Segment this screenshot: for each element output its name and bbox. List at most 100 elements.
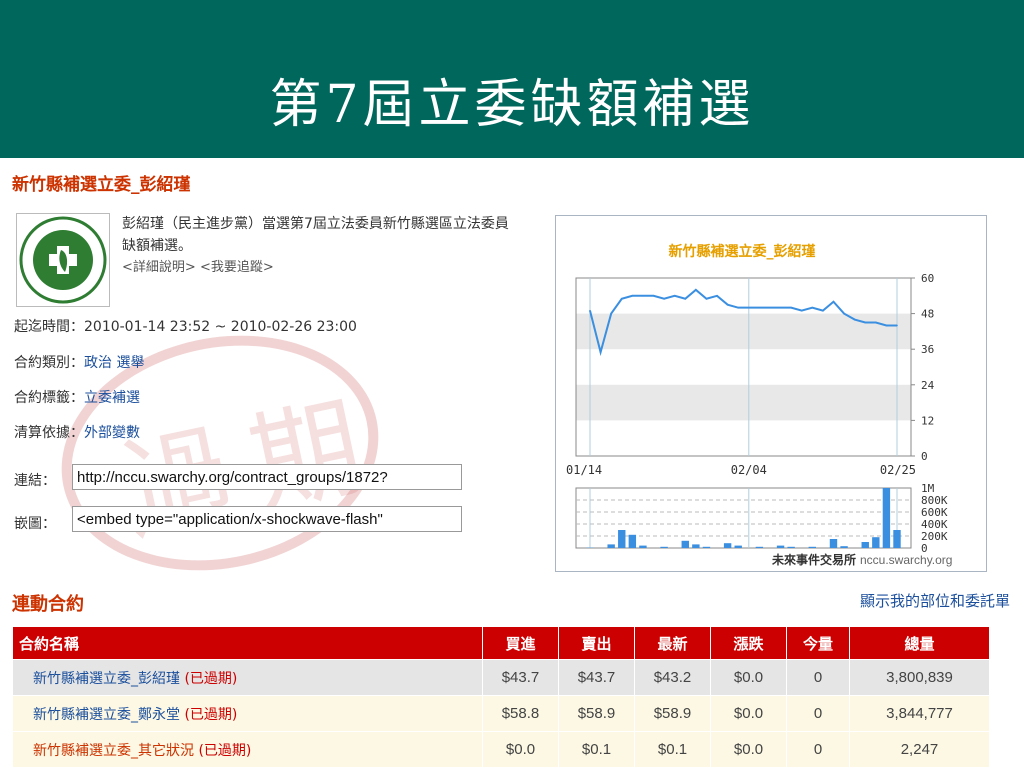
volume-bar [628, 534, 637, 548]
x-tick-label: 02/25 [880, 463, 916, 477]
price-point [800, 309, 803, 312]
party-logo [16, 213, 110, 307]
follow-link[interactable]: <我要追蹤> [200, 260, 274, 275]
x-tick-label: 02/04 [731, 463, 767, 477]
price-point [747, 306, 750, 309]
volume-bar [861, 542, 869, 548]
contract-name-cell[interactable]: 新竹縣補選立委_鄭永堂 (已過期) [12, 695, 483, 732]
total-cell: 3,800,839 [849, 659, 990, 696]
contract-name-cell[interactable]: 新竹縣補選立委_其它狀況 (已過期) [12, 731, 483, 768]
volume-bar [723, 543, 732, 548]
table-header-row: 合約名稱 買進 賣出 最新 漲跌 今量 總量 [12, 626, 990, 660]
price-point [599, 351, 602, 353]
grid-band [576, 384, 911, 421]
price-point [726, 303, 729, 306]
url-field[interactable]: http://nccu.swarchy.org/contract_groups/… [72, 464, 462, 490]
last-cell: $43.2 [634, 659, 711, 696]
price-point [705, 297, 708, 300]
detail-link[interactable]: <詳細說明> [122, 260, 196, 275]
sell-cell: $58.9 [558, 695, 635, 732]
volume-bar [639, 545, 647, 548]
price-point [695, 289, 697, 291]
volume-frame [575, 487, 912, 549]
tag-link[interactable]: 立委補選 [84, 390, 140, 406]
time-row: 起迄時間：2010-01-14 23:52 ~ 2010-02-26 23:00 [14, 316, 357, 336]
price-point [822, 309, 824, 312]
contract-name[interactable]: 新竹縣補選立委_其它狀況 [33, 743, 194, 759]
time-label: 起迄時間： [14, 319, 84, 335]
buy-cell: $58.8 [482, 695, 559, 732]
y-tick-label: 12 [921, 414, 934, 427]
contract-name[interactable]: 新竹縣補選立委_彭紹瑾 [33, 671, 180, 687]
price-point [864, 321, 867, 324]
y-tick-label: 36 [921, 343, 934, 356]
volume-bar [681, 540, 689, 548]
volume-bar [607, 544, 615, 548]
price-point [843, 312, 845, 315]
x-tick-label: 01/14 [566, 463, 602, 477]
change-cell: $0.0 [710, 695, 787, 732]
last-cell: $58.9 [634, 695, 711, 732]
contract-name-cell[interactable]: 新竹縣補選立委_彭紹瑾 (已過期) [12, 659, 483, 696]
embed-field[interactable]: <embed type="application/x-shockwave-fla… [72, 506, 462, 532]
price-point [758, 306, 761, 309]
price-point [663, 297, 665, 300]
time-value: 2010-01-14 23:52 ~ 2010-02-26 23:00 [84, 319, 357, 335]
y-tick-label: 48 [921, 308, 934, 321]
contract-name[interactable]: 新竹縣補選立委_鄭永堂 [33, 707, 180, 723]
volume-bar [734, 545, 742, 548]
settle-link[interactable]: 外部變數 [84, 425, 140, 441]
linked-contracts-table: 合約名稱 買進 賣出 最新 漲跌 今量 總量 新竹縣補選立委_彭紹瑾 (已過期)… [12, 626, 990, 768]
volume-bar [692, 544, 700, 548]
last-cell: $0.1 [634, 731, 711, 768]
price-point [790, 306, 792, 309]
volume-bar [660, 546, 668, 548]
chart-title: 新竹縣補選立委_彭紹瑾 [669, 243, 816, 260]
price-point [896, 324, 898, 327]
footer-site: nccu.swarchy.org [860, 553, 952, 567]
price-point [684, 297, 687, 300]
price-chart-svg: 新竹縣補選立委_彭紹瑾 6048362412001/14 02/04 02/25 1… [566, 243, 952, 567]
volume-bar [787, 546, 795, 548]
volume-bar [829, 539, 838, 548]
sell-cell: $43.7 [558, 659, 635, 696]
header-buy: 買進 [482, 626, 559, 660]
category-link[interactable]: 政治 選舉 [84, 355, 144, 371]
slide-title-bar: 第7屆立委缺額補選 [0, 0, 1024, 158]
table-row[interactable]: 新竹縣補選立委_彭紹瑾 (已過期) $43.7 $43.7 $43.2 $0.0… [12, 659, 990, 696]
total-cell: 2,247 [849, 731, 990, 768]
volume-bar [872, 537, 880, 548]
price-point [642, 295, 644, 297]
price-point [875, 321, 877, 324]
settle-label: 清算依據： [14, 425, 84, 441]
price-point [853, 318, 856, 321]
contract-heading[interactable]: 新竹縣補選立委_彭紹瑾 [12, 170, 191, 195]
volume-bar [776, 545, 785, 548]
table-row[interactable]: 新竹縣補選立委_鄭永堂 (已過期) $58.8 $58.9 $58.9 $0.0… [12, 695, 990, 732]
tag-label: 合約標籤： [14, 390, 84, 406]
price-point [832, 300, 835, 303]
price-point [811, 306, 814, 309]
volume-bar [840, 546, 848, 548]
tag-row: 合約標籤：立委補選 [14, 387, 140, 407]
header-total: 總量 [849, 626, 990, 660]
settle-row: 清算依據：外部變數 [14, 422, 140, 442]
buy-cell: $43.7 [482, 659, 559, 696]
contract-description: 彭紹瑾（民主進步黨）當選第7屆立法委員新竹縣選區立法委員缺額補選。 <詳細說明>… [122, 213, 522, 279]
url-label: 連結： [14, 473, 56, 489]
header-sell: 賣出 [558, 626, 635, 660]
today-cell: 0 [786, 659, 850, 696]
today-cell: 0 [786, 695, 850, 732]
price-point [652, 295, 655, 297]
linked-contracts-title: 連動合約 [12, 594, 84, 615]
footer-brand: 未來事件交易所 [771, 552, 856, 567]
price-point [589, 309, 591, 312]
show-positions-link[interactable]: 顯示我的部位和委託單 [860, 590, 1010, 611]
table-row[interactable]: 新竹縣補選立委_其它狀況 (已過期) $0.0 $0.1 $0.1 $0.0 0… [12, 731, 990, 768]
sell-cell: $0.1 [558, 731, 635, 768]
price-point [769, 306, 771, 309]
header-last: 最新 [634, 626, 711, 660]
today-cell: 0 [786, 731, 850, 768]
change-cell: $0.0 [710, 731, 787, 768]
change-cell: $0.0 [710, 659, 787, 696]
